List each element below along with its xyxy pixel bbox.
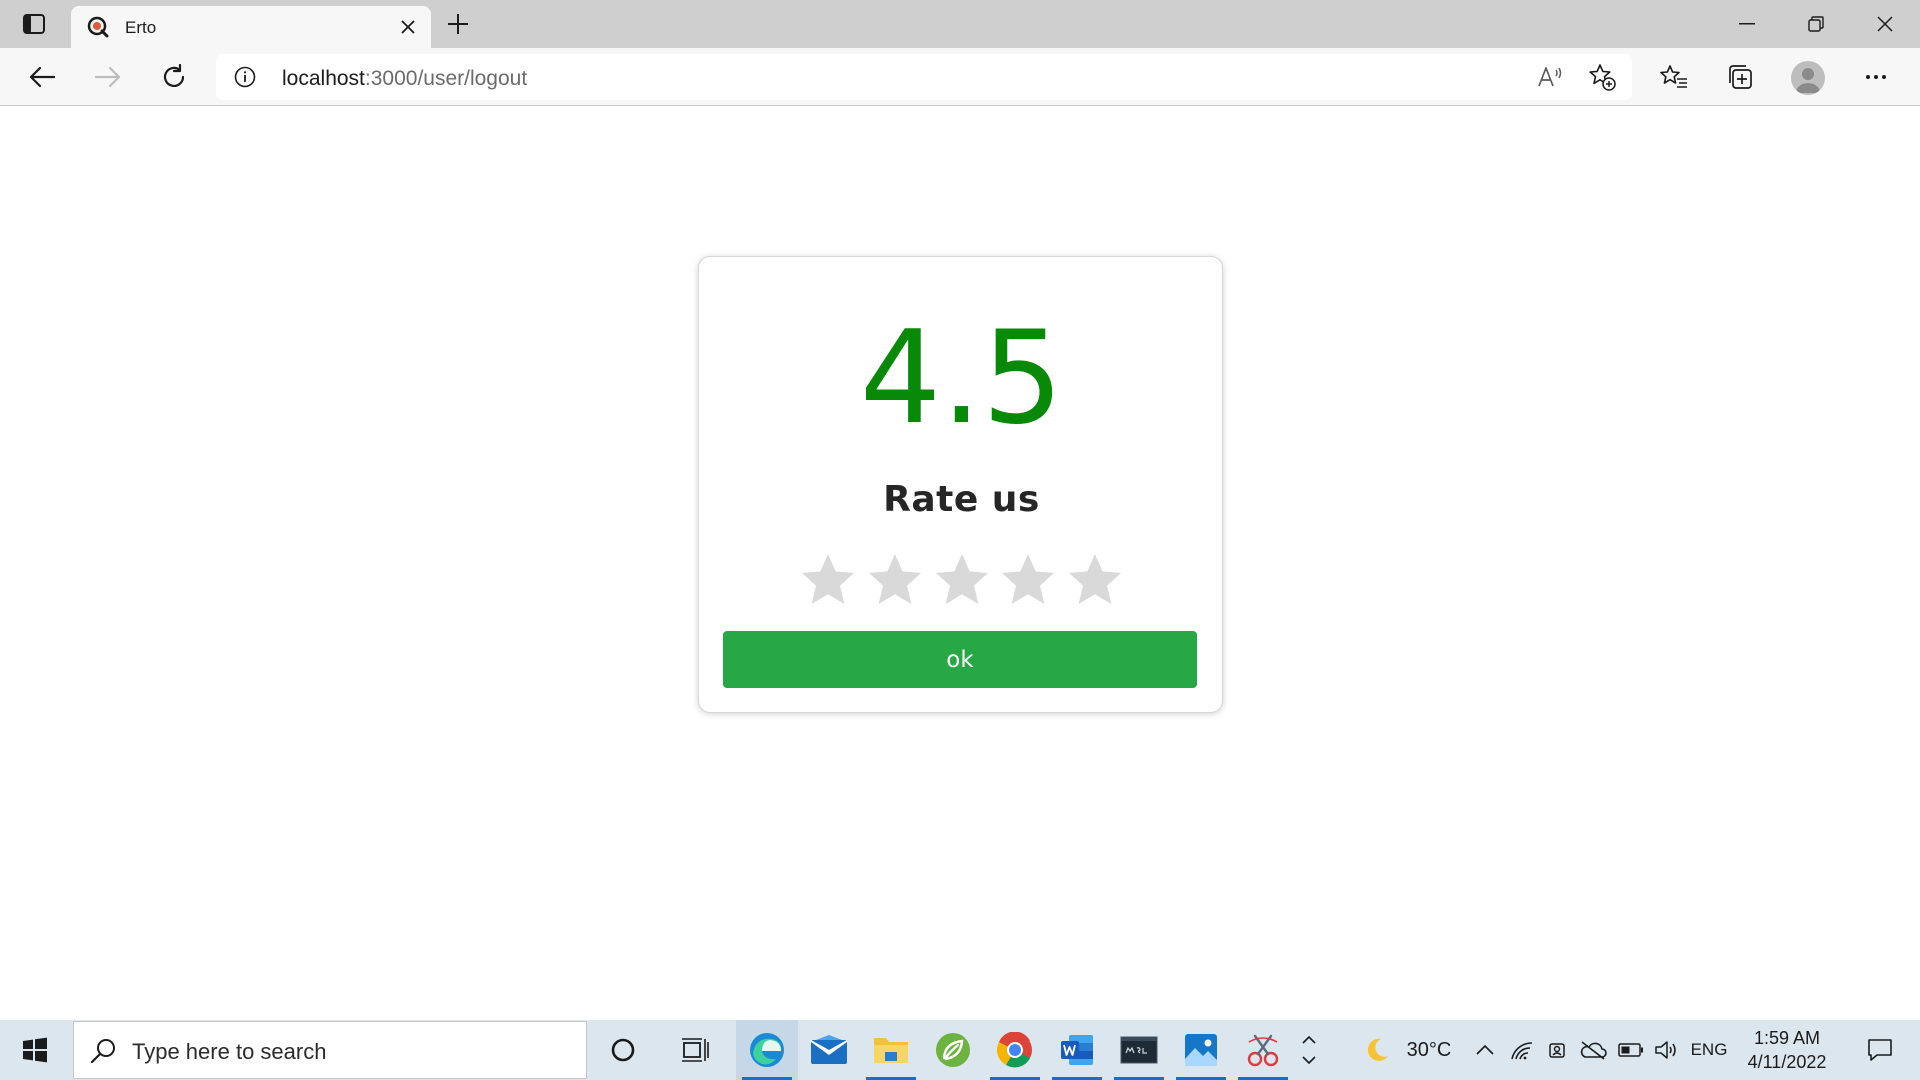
refresh-icon[interactable] xyxy=(156,59,192,95)
tab-title: Erto xyxy=(125,18,157,37)
browser-tab[interactable]: Erto xyxy=(71,6,431,48)
battery-icon[interactable] xyxy=(1614,1020,1648,1080)
meet-now-icon[interactable] xyxy=(1542,1020,1572,1080)
mail-icon[interactable] xyxy=(798,1020,860,1080)
close-tab-icon[interactable] xyxy=(395,14,421,40)
windows-start-icon[interactable] xyxy=(0,1020,70,1080)
taskbar-scroll-arrows[interactable] xyxy=(1296,1020,1322,1080)
more-icon[interactable] xyxy=(1858,59,1894,95)
star-icon-2[interactable] xyxy=(866,551,924,609)
avatar[interactable] xyxy=(1791,61,1825,95)
edge-icon[interactable] xyxy=(736,1020,798,1080)
task-view-icon[interactable] xyxy=(664,1020,726,1080)
tab-actions-icon[interactable] xyxy=(14,8,54,40)
address-bar[interactable]: localhost:3000/user/logout xyxy=(216,54,1632,100)
notification-icon[interactable] xyxy=(1850,1020,1910,1080)
windows-taskbar: Type here to search 30°C ENG 1:59 AM 4/1… xyxy=(0,1020,1920,1080)
wifi-icon[interactable] xyxy=(1506,1020,1538,1080)
mysql-icon[interactable] xyxy=(1108,1020,1170,1080)
snipping-tool-icon[interactable] xyxy=(1232,1020,1294,1080)
read-aloud-icon[interactable] xyxy=(1536,63,1564,91)
search-icon xyxy=(90,1037,118,1065)
close-window-icon[interactable] xyxy=(1851,0,1919,48)
chevron-up-icon[interactable] xyxy=(1470,1020,1500,1080)
language-indicator[interactable]: ENG xyxy=(1686,1020,1732,1080)
rating-card: 4.5 Rate us ok xyxy=(698,256,1223,713)
search-placeholder: Type here to search xyxy=(132,1039,327,1064)
clock-time: 1:59 AM xyxy=(1753,1028,1821,1048)
ok-button[interactable]: ok xyxy=(723,631,1197,688)
url-host: localhost xyxy=(282,67,365,90)
volume-icon[interactable] xyxy=(1650,1020,1682,1080)
browser-toolbar: localhost:3000/user/logout xyxy=(0,48,1920,106)
rate-us-heading: Rate us xyxy=(883,479,1040,520)
url-text[interactable]: localhost:3000/user/logout xyxy=(282,67,527,91)
star-icon-3[interactable] xyxy=(933,551,991,609)
rating-score: 4.5 xyxy=(859,304,1064,453)
url-path: :3000/user/logout xyxy=(364,67,528,90)
file-explorer-icon[interactable] xyxy=(860,1020,922,1080)
star-icon-1[interactable] xyxy=(799,551,857,609)
browser-titlebar: Erto xyxy=(0,0,1920,48)
taskbar-search-box[interactable]: Type here to search xyxy=(73,1021,587,1079)
word-icon[interactable] xyxy=(1046,1020,1108,1080)
chevron-up-icon[interactable] xyxy=(1302,1036,1316,1044)
new-tab-plus-icon[interactable] xyxy=(442,8,474,40)
star-icon-4[interactable] xyxy=(999,551,1057,609)
photos-icon[interactable] xyxy=(1170,1020,1232,1080)
taskbar-clock[interactable]: 1:59 AM 4/11/2022 xyxy=(1732,1026,1842,1074)
chrome-icon[interactable] xyxy=(984,1020,1046,1080)
favorites-icon[interactable] xyxy=(1656,59,1692,95)
erto-logo-icon xyxy=(87,16,109,38)
back-arrow-icon[interactable] xyxy=(24,59,60,95)
star-icon-5[interactable] xyxy=(1066,551,1124,609)
clock-date: 4/11/2022 xyxy=(1747,1052,1827,1072)
moon-icon[interactable] xyxy=(1358,1020,1396,1080)
chevron-down-icon[interactable] xyxy=(1302,1056,1316,1064)
cortana-icon[interactable] xyxy=(592,1020,654,1080)
minimize-icon[interactable] xyxy=(1713,0,1781,48)
star-rating xyxy=(799,551,1124,611)
add-favorite-icon[interactable] xyxy=(1588,63,1616,91)
collections-icon[interactable] xyxy=(1722,59,1758,95)
forward-arrow-icon[interactable] xyxy=(90,59,126,95)
info-icon[interactable] xyxy=(234,66,256,88)
weather-temperature[interactable]: 30°C xyxy=(1398,1020,1460,1080)
onedrive-icon[interactable] xyxy=(1576,1020,1610,1080)
restore-icon[interactable] xyxy=(1782,0,1850,48)
spring-tools-icon[interactable] xyxy=(922,1020,984,1080)
